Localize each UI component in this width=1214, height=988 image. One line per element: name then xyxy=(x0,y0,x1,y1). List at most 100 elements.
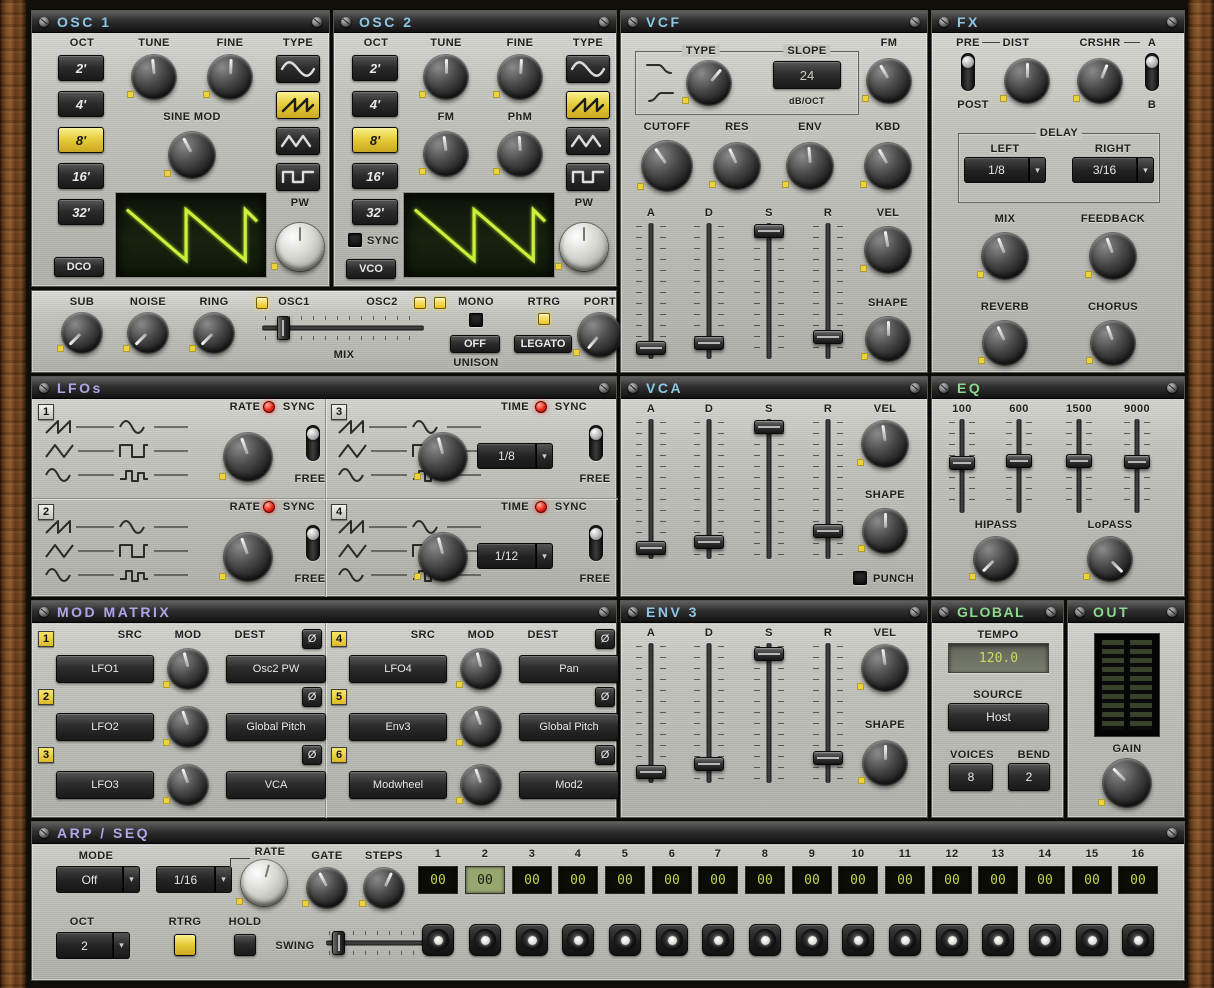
slot5-dest-button[interactable]: Global Pitch xyxy=(519,713,619,741)
vca-shape-knob[interactable] xyxy=(863,509,907,553)
vca-attack-slider[interactable] xyxy=(634,417,668,561)
osc2-vco-button[interactable]: VCO xyxy=(346,259,396,279)
gate-knob[interactable] xyxy=(307,868,347,908)
osc1-type-sine-button[interactable] xyxy=(276,55,320,83)
step-button-12[interactable] xyxy=(936,924,968,956)
reverb-knob[interactable] xyxy=(983,321,1027,365)
env3-decay-slider[interactable] xyxy=(692,641,726,785)
tempo-display[interactable]: 120.0 xyxy=(948,643,1049,673)
osc1-type-pulse-button[interactable] xyxy=(276,163,320,191)
chorus-knob[interactable] xyxy=(1091,321,1135,365)
slot5-invert-button[interactable]: Ø xyxy=(595,687,615,707)
lfo3-free-toggle[interactable] xyxy=(589,425,603,461)
osc1-pw-knob[interactable] xyxy=(276,223,324,271)
step-button-9[interactable] xyxy=(796,924,828,956)
osc2-type-saw-button[interactable] xyxy=(566,91,610,119)
env-amount-knob[interactable] xyxy=(787,143,833,189)
voices-value-button[interactable]: 8 xyxy=(949,763,993,791)
chevron-down-icon[interactable]: ▾ xyxy=(215,866,232,893)
osc2-type-pulse-button[interactable] xyxy=(566,163,610,191)
legato-button[interactable]: LEGATO xyxy=(514,335,572,353)
env3-sustain-slider[interactable] xyxy=(752,641,786,785)
slot1-src-button[interactable]: LFO1 xyxy=(56,655,154,683)
step-button-13[interactable] xyxy=(982,924,1014,956)
slot1-invert-button[interactable]: Ø xyxy=(302,629,322,649)
feedback-knob[interactable] xyxy=(1090,233,1136,279)
lfo4-rate-knob[interactable] xyxy=(419,533,467,581)
step-button-3[interactable] xyxy=(516,924,548,956)
vcf-release-slider[interactable] xyxy=(811,221,845,361)
hipass-knob[interactable] xyxy=(974,537,1018,581)
arp-rate-knob[interactable] xyxy=(241,860,287,906)
dist-pre-post-toggle[interactable] xyxy=(961,53,975,91)
step-button-5[interactable] xyxy=(609,924,641,956)
osc1-tune-knob[interactable] xyxy=(132,55,176,99)
osc1-sine-mod-knob[interactable] xyxy=(169,132,215,178)
vcf-shape-knob[interactable] xyxy=(866,317,910,361)
chevron-down-icon[interactable]: ▾ xyxy=(536,443,553,469)
arp-rtrg-button[interactable] xyxy=(174,934,196,956)
vca-decay-slider[interactable] xyxy=(692,417,726,561)
osc2-oct-32-button[interactable]: 32' xyxy=(352,199,398,225)
slot4-src-button[interactable]: LFO4 xyxy=(349,655,447,683)
osc1-dco-button[interactable]: DCO xyxy=(54,257,104,277)
slot4-invert-button[interactable]: Ø xyxy=(595,629,615,649)
osc2-oct-8-button[interactable]: 8' xyxy=(352,127,398,153)
slot6-src-button[interactable]: Modwheel xyxy=(349,771,447,799)
crusher-knob[interactable] xyxy=(1078,59,1122,103)
env3-shape-knob[interactable] xyxy=(863,741,907,785)
filter-type-knob[interactable] xyxy=(687,61,731,105)
osc2-type-tri-button[interactable] xyxy=(566,127,610,155)
filter-fm-knob[interactable] xyxy=(867,59,911,103)
osc2-oct-4-button[interactable]: 4' xyxy=(352,91,398,117)
slope-display[interactable]: 24 xyxy=(773,61,841,89)
slot3-dest-button[interactable]: VCA xyxy=(226,771,326,799)
lfo4-free-toggle[interactable] xyxy=(589,525,603,561)
osc1-fine-knob[interactable] xyxy=(208,55,252,99)
mono-checkbox[interactable] xyxy=(469,313,483,327)
slot3-mod-knob[interactable] xyxy=(168,765,208,805)
bend-value-button[interactable]: 2 xyxy=(1008,763,1050,791)
slot2-dest-button[interactable]: Global Pitch xyxy=(226,713,326,741)
osc2-oct-16-button[interactable]: 16' xyxy=(352,163,398,189)
step-button-14[interactable] xyxy=(1029,924,1061,956)
lfo2-wave-selector[interactable] xyxy=(42,517,192,593)
osc2-fm-knob[interactable] xyxy=(424,132,468,176)
eq-band-600-slider[interactable] xyxy=(1004,417,1034,515)
vcf-vel-knob[interactable] xyxy=(865,227,911,273)
slot6-mod-knob[interactable] xyxy=(461,765,501,805)
osc1-oct-32-button[interactable]: 32' xyxy=(58,199,104,225)
chevron-down-icon[interactable]: ▾ xyxy=(1029,157,1046,183)
noise-level-knob[interactable] xyxy=(128,313,168,353)
osc1-oct-4-button[interactable]: 4' xyxy=(58,91,104,117)
step-button-2[interactable] xyxy=(469,924,501,956)
step-button-8[interactable] xyxy=(749,924,781,956)
lfo1-free-toggle[interactable] xyxy=(306,425,320,461)
lfo1-wave-selector[interactable] xyxy=(42,417,192,493)
osc-mix-slider[interactable] xyxy=(260,315,426,341)
osc1-type-tri-button[interactable] xyxy=(276,127,320,155)
arp-rate-sync-select[interactable]: 1/16▾ xyxy=(156,866,232,893)
env3-release-slider[interactable] xyxy=(811,641,845,785)
crusher-ab-toggle[interactable] xyxy=(1145,53,1159,91)
vca-sustain-slider[interactable] xyxy=(752,417,786,561)
eq-band-9000-slider[interactable] xyxy=(1122,417,1152,515)
slot1-dest-button[interactable]: Osc2 PW xyxy=(226,655,326,683)
vcf-sustain-slider[interactable] xyxy=(752,221,786,361)
slot1-mod-knob[interactable] xyxy=(168,649,208,689)
arp-mode-select[interactable]: Off▾ xyxy=(56,866,140,893)
slot3-src-button[interactable]: LFO3 xyxy=(56,771,154,799)
slot3-invert-button[interactable]: Ø xyxy=(302,745,322,765)
step-button-16[interactable] xyxy=(1122,924,1154,956)
osc1-oct-2-button[interactable]: 2' xyxy=(58,55,104,81)
osc1-type-saw-button[interactable] xyxy=(276,91,320,119)
lfo1-rate-knob[interactable] xyxy=(224,433,272,481)
cutoff-knob[interactable] xyxy=(642,141,692,191)
source-select-button[interactable]: Host xyxy=(948,703,1049,731)
unison-off-button[interactable]: OFF xyxy=(450,335,500,353)
step-button-6[interactable] xyxy=(656,924,688,956)
sub-level-knob[interactable] xyxy=(62,313,102,353)
arp-oct-select[interactable]: 2▾ xyxy=(56,932,130,959)
lfo3-time-select[interactable]: 1/8▾ xyxy=(477,443,553,469)
slot6-invert-button[interactable]: Ø xyxy=(595,745,615,765)
